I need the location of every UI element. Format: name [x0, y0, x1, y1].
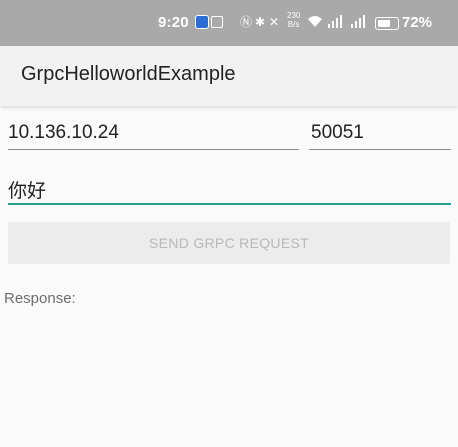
app-bar: GrpcHelloworldExample [0, 46, 458, 106]
send-grpc-request-button[interactable]: SEND GRPC REQUEST [8, 222, 450, 264]
bluetooth-icon: ✱ [255, 15, 266, 29]
status-time: 9:20 [158, 14, 189, 31]
message-input[interactable]: 你好 [8, 176, 450, 203]
network-speed: 230 B/s [287, 11, 300, 29]
host-input-underline [8, 149, 299, 150]
notification-icon [211, 16, 223, 28]
signal-icon-1 [326, 15, 344, 31]
message-input-value: 你好 [8, 181, 47, 202]
network-speed-unit: B/s [287, 20, 300, 29]
network-speed-value: 230 [287, 11, 301, 20]
battery-percent: 72% [402, 14, 433, 31]
message-input-underline [8, 203, 451, 205]
host-input[interactable]: 10.136.10.24 [8, 122, 299, 144]
wifi-icon [307, 15, 323, 30]
response-label: Response: [4, 290, 76, 307]
port-input-underline [309, 149, 451, 150]
app-title: GrpcHelloworldExample [21, 63, 236, 85]
port-input[interactable]: 50051 [311, 122, 451, 144]
battery-icon [375, 17, 399, 30]
port-input-value: 50051 [311, 122, 364, 143]
mute-icon: ✕ [269, 15, 280, 29]
app-notification-icon [195, 15, 209, 29]
host-input-value: 10.136.10.24 [8, 122, 119, 143]
nfc-icon: Ⓝ [240, 15, 253, 29]
status-bar: 9:20 Ⓝ ✱ ✕ 230 B/s 72% [0, 0, 458, 46]
signal-icon-2 [349, 15, 367, 31]
